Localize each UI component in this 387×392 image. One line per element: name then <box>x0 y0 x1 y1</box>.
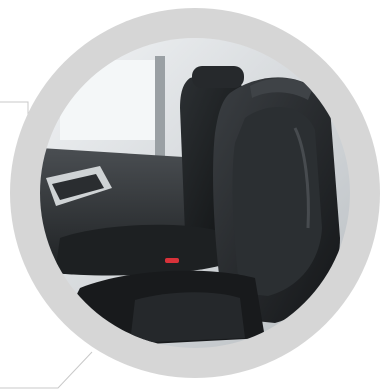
car-seat-illustration <box>40 38 350 348</box>
passenger-seat-cushion <box>55 224 230 276</box>
driver-cushion-insert <box>130 292 245 343</box>
product-image-block <box>0 0 387 392</box>
seatbelt-buckle-indicator <box>165 258 179 263</box>
passenger-headrest <box>192 66 244 88</box>
car-seat-photo <box>40 38 350 348</box>
